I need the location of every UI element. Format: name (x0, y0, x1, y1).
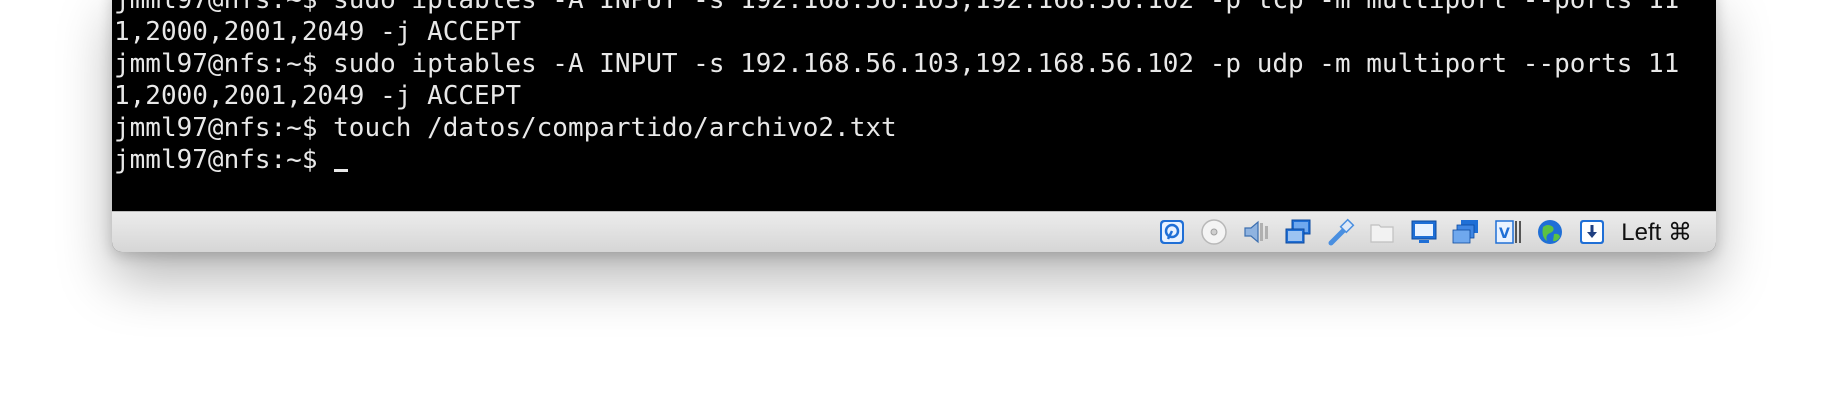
guest-additions-icon[interactable] (1535, 217, 1565, 247)
display-icon[interactable] (1409, 217, 1439, 247)
shared-folders-icon[interactable] (1367, 217, 1397, 247)
terminal-line: jmml97@nfs:~$ sudo iptables -A INPUT -s … (114, 49, 1680, 79)
network-icon[interactable] (1283, 217, 1313, 247)
host-key-label[interactable]: Left ⌘ (1621, 218, 1692, 247)
vm-status-bar: V Left ⌘ (112, 211, 1716, 252)
terminal-line: jmml97@nfs:~$ touch /datos/compartido/ar… (114, 113, 897, 143)
text-cursor (334, 169, 349, 172)
svg-text:V: V (1499, 226, 1510, 242)
optical-drive-icon[interactable] (1199, 217, 1229, 247)
virtual-machines-icon[interactable] (1451, 217, 1481, 247)
hard-disk-activity-icon[interactable] (1157, 217, 1187, 247)
keyboard-capture-icon[interactable] (1577, 217, 1607, 247)
terminal-prompt: jmml97@nfs:~$ (114, 145, 334, 175)
terminal-output: jmml97@nfs:~$ sudo iptables -A INPUT -s … (114, 0, 1679, 176)
terminal-line: jmml97@nfs:~$ sudo iptables -A INPUT -s … (114, 0, 1680, 15)
terminal-line: 1,2000,2001,2049 -j ACCEPT (114, 17, 521, 47)
usb-icon[interactable] (1325, 217, 1355, 247)
video-capture-icon[interactable]: V (1493, 217, 1523, 247)
virtualbox-vm-window: jmml97@nfs:~$ sudo iptables -A INPUT -s … (112, 0, 1716, 252)
terminal-prompt-line[interactable]: jmml97@nfs:~$ (114, 144, 1679, 176)
terminal-line: 1,2000,2001,2049 -j ACCEPT (114, 81, 521, 111)
status-icons: V Left ⌘ (1157, 212, 1692, 252)
audio-icon[interactable] (1241, 217, 1271, 247)
vm-console-screen[interactable]: jmml97@nfs:~$ sudo iptables -A INPUT -s … (112, 0, 1716, 211)
